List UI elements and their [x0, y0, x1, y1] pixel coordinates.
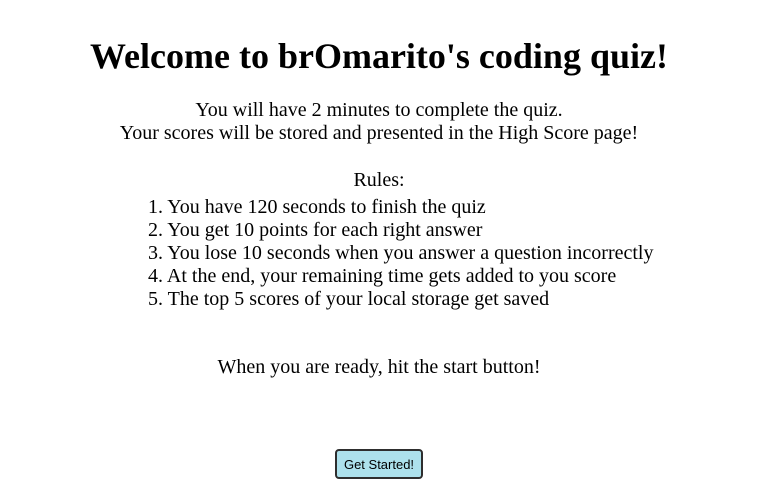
rule-item-1: 1. You have 120 seconds to finish the qu… — [148, 196, 486, 218]
rules-list: 1. You have 120 seconds to finish the qu… — [148, 196, 653, 311]
page-title: Welcome to brOmarito's coding quiz! — [90, 36, 668, 76]
intro-line-time: You will have 2 minutes to complete the … — [195, 99, 563, 121]
ready-prompt: When you are ready, hit the start button… — [217, 356, 541, 378]
intro-line-scores: Your scores will be stored and presented… — [119, 122, 639, 144]
intro-text: You will have 2 minutes to complete the … — [0, 99, 758, 145]
rule-item-5: 5. The top 5 scores of your local storag… — [148, 288, 550, 310]
get-started-button[interactable]: Get Started! — [335, 449, 423, 479]
rule-item-2: 2. You get 10 points for each right answ… — [148, 219, 483, 241]
rules-heading: Rules: — [353, 169, 405, 191]
rule-item-3: 3. You lose 10 seconds when you answer a… — [148, 242, 654, 264]
quiz-start-page: Welcome to brOmarito's coding quiz! You … — [0, 0, 776, 504]
rule-item-4: 4. At the end, your remaining time gets … — [148, 265, 617, 287]
